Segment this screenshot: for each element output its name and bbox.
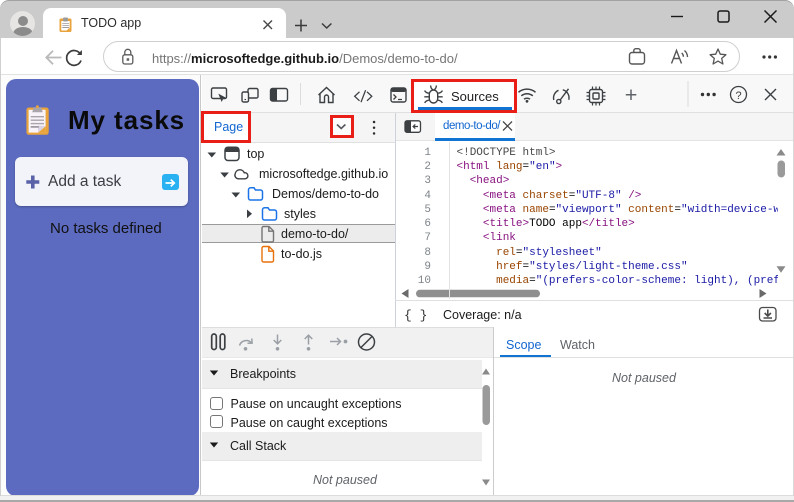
svg-text:{ }: { } (404, 308, 427, 323)
svg-text:?: ? (735, 90, 741, 102)
